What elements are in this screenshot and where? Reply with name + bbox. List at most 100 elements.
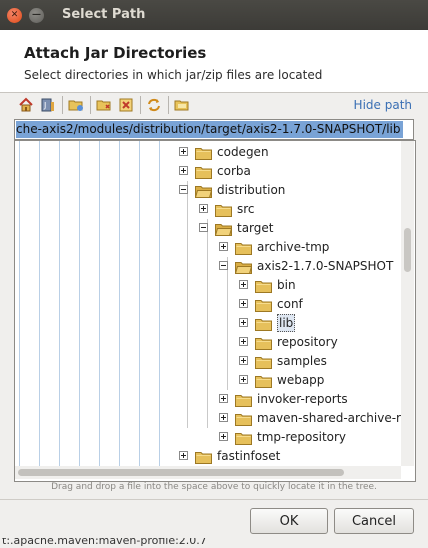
tree-item-label[interactable]: axis2-1.7.0-SNAPSHOT — [257, 258, 393, 274]
tree-row[interactable]: axis2-1.7.0-SNAPSHOT — [15, 257, 401, 276]
folder-open-icon — [214, 224, 233, 236]
delete-button[interactable] — [118, 97, 134, 113]
tree-item-label[interactable]: conf — [277, 296, 303, 312]
tree-item-label[interactable]: webapp — [277, 372, 324, 388]
tree-folder-icon-wrap — [255, 278, 272, 293]
tree-row[interactable]: fastinfoset — [15, 447, 401, 466]
new-folder-alt-button[interactable] — [96, 97, 112, 113]
directory-tree[interactable]: codegen corba distribution src target archive… — [14, 140, 416, 482]
close-window-button[interactable]: ✕ — [7, 8, 22, 23]
vertical-scrollbar[interactable] — [401, 141, 414, 466]
expand-toggle[interactable] — [239, 356, 248, 365]
tree-item-label-selected[interactable]: lib — [277, 314, 296, 332]
folder-icon — [255, 376, 272, 388]
horizontal-scroll-thumb[interactable] — [18, 469, 344, 476]
expand-toggle[interactable] — [179, 166, 188, 175]
show-hidden-button[interactable] — [174, 97, 190, 113]
tree-item-label[interactable]: bin — [277, 277, 296, 293]
dialog-title: Attach Jar Directories — [24, 44, 207, 62]
tree-row[interactable]: distribution — [15, 181, 401, 200]
tree-item-label[interactable]: samples — [277, 353, 327, 369]
tree-row[interactable]: samples — [15, 352, 401, 371]
tree-row[interactable]: tmp-repository — [15, 428, 401, 447]
tree-row[interactable]: maven-shared-archive-resources — [15, 409, 415, 428]
tree-row[interactable]: repository — [15, 333, 401, 352]
tree-folder-icon-wrap — [255, 354, 272, 369]
refresh-icon — [148, 98, 160, 112]
tree-folder-icon-wrap — [255, 316, 272, 331]
expand-toggle[interactable] — [239, 280, 248, 289]
folder-icon — [255, 319, 272, 331]
expand-toggle[interactable] — [179, 451, 188, 460]
tree-item-label[interactable]: archive-tmp — [257, 239, 329, 255]
hide-path-link[interactable]: Hide path — [354, 98, 412, 112]
path-input[interactable]: che-axis2/modules/distribution/target/ax… — [14, 119, 414, 140]
minimize-icon: — — [32, 10, 41, 20]
tree-row[interactable]: target — [15, 219, 401, 238]
home-button[interactable] — [18, 97, 34, 113]
tree-row[interactable]: webapp — [15, 371, 401, 390]
title-bar: ✕ — Select Path — [0, 0, 428, 30]
expand-toggle[interactable] — [179, 147, 188, 156]
tree-row[interactable]: codegen — [15, 143, 401, 162]
tree-item-label[interactable]: invoker-reports — [257, 391, 348, 407]
tree-folder-icon-wrap — [255, 373, 272, 388]
close-icon: ✕ — [10, 10, 19, 20]
folder-icon — [215, 205, 232, 217]
tree-folder-icon-wrap — [194, 183, 213, 198]
expand-toggle[interactable] — [239, 299, 248, 308]
folder-icon — [235, 433, 252, 445]
folder-icon — [195, 148, 212, 160]
tree-row[interactable]: corba — [15, 162, 401, 181]
project-button[interactable]: J — [40, 97, 56, 113]
horizontal-scrollbar[interactable] — [15, 466, 401, 479]
home-icon — [19, 97, 33, 112]
expand-toggle[interactable] — [219, 432, 228, 441]
window-title: Select Path — [62, 7, 146, 22]
expand-toggle[interactable] — [219, 242, 228, 251]
refresh-button[interactable] — [146, 97, 162, 113]
tree-folder-icon-wrap — [214, 221, 233, 236]
show-hidden-icon — [174, 100, 189, 111]
tree-item-label[interactable]: target — [237, 220, 274, 236]
collapse-toggle[interactable] — [179, 185, 188, 194]
expand-toggle[interactable] — [239, 337, 248, 346]
folder-icon — [195, 167, 212, 179]
tree-item-label[interactable]: fastinfoset — [217, 448, 280, 464]
tree-item-label[interactable]: distribution — [217, 182, 285, 198]
drag-drop-hint: Drag and drop a file into the space abov… — [51, 482, 377, 492]
tree-row[interactable]: invoker-reports — [15, 390, 401, 409]
tree-item-label[interactable]: codegen — [217, 144, 269, 160]
tree-row[interactable]: archive-tmp — [15, 238, 401, 257]
expand-toggle[interactable] — [239, 375, 248, 384]
tree-item-label[interactable]: tmp-repository — [257, 429, 346, 445]
tree-row[interactable]: lib — [15, 314, 401, 333]
ok-button[interactable]: OK — [250, 508, 328, 534]
expand-toggle[interactable] — [199, 204, 208, 213]
folder-open-icon — [234, 262, 253, 274]
background-status-text: t:.apache.maven:maven-profile:2.0.7 — [2, 538, 207, 547]
svg-text:J: J — [43, 101, 46, 110]
expand-toggle[interactable] — [219, 394, 228, 403]
collapse-toggle[interactable] — [199, 223, 208, 232]
cancel-button[interactable]: Cancel — [334, 508, 414, 534]
collapse-toggle[interactable] — [219, 261, 228, 270]
tree-row[interactable]: conf — [15, 295, 401, 314]
folder-icon — [255, 300, 272, 312]
tree-item-label[interactable]: corba — [217, 163, 251, 179]
expand-toggle[interactable] — [239, 318, 248, 327]
minimize-window-button[interactable]: — — [29, 8, 44, 23]
tree-folder-icon-wrap — [255, 297, 272, 312]
tree-row[interactable]: bin — [15, 276, 401, 295]
vertical-scroll-thumb[interactable] — [404, 228, 411, 272]
tree-folder-icon-wrap — [235, 411, 252, 426]
tree-row[interactable]: src — [15, 200, 401, 219]
tree-item-label[interactable]: repository — [277, 334, 338, 350]
folder-icon — [255, 281, 272, 293]
new-folder-icon — [68, 100, 83, 111]
expand-toggle[interactable] — [219, 413, 228, 422]
tree-item-label[interactable]: src — [237, 201, 255, 217]
folder-icon — [195, 452, 212, 464]
tree-item-label[interactable]: maven-shared-archive-resources — [257, 410, 415, 426]
new-folder-button[interactable] — [68, 97, 84, 113]
